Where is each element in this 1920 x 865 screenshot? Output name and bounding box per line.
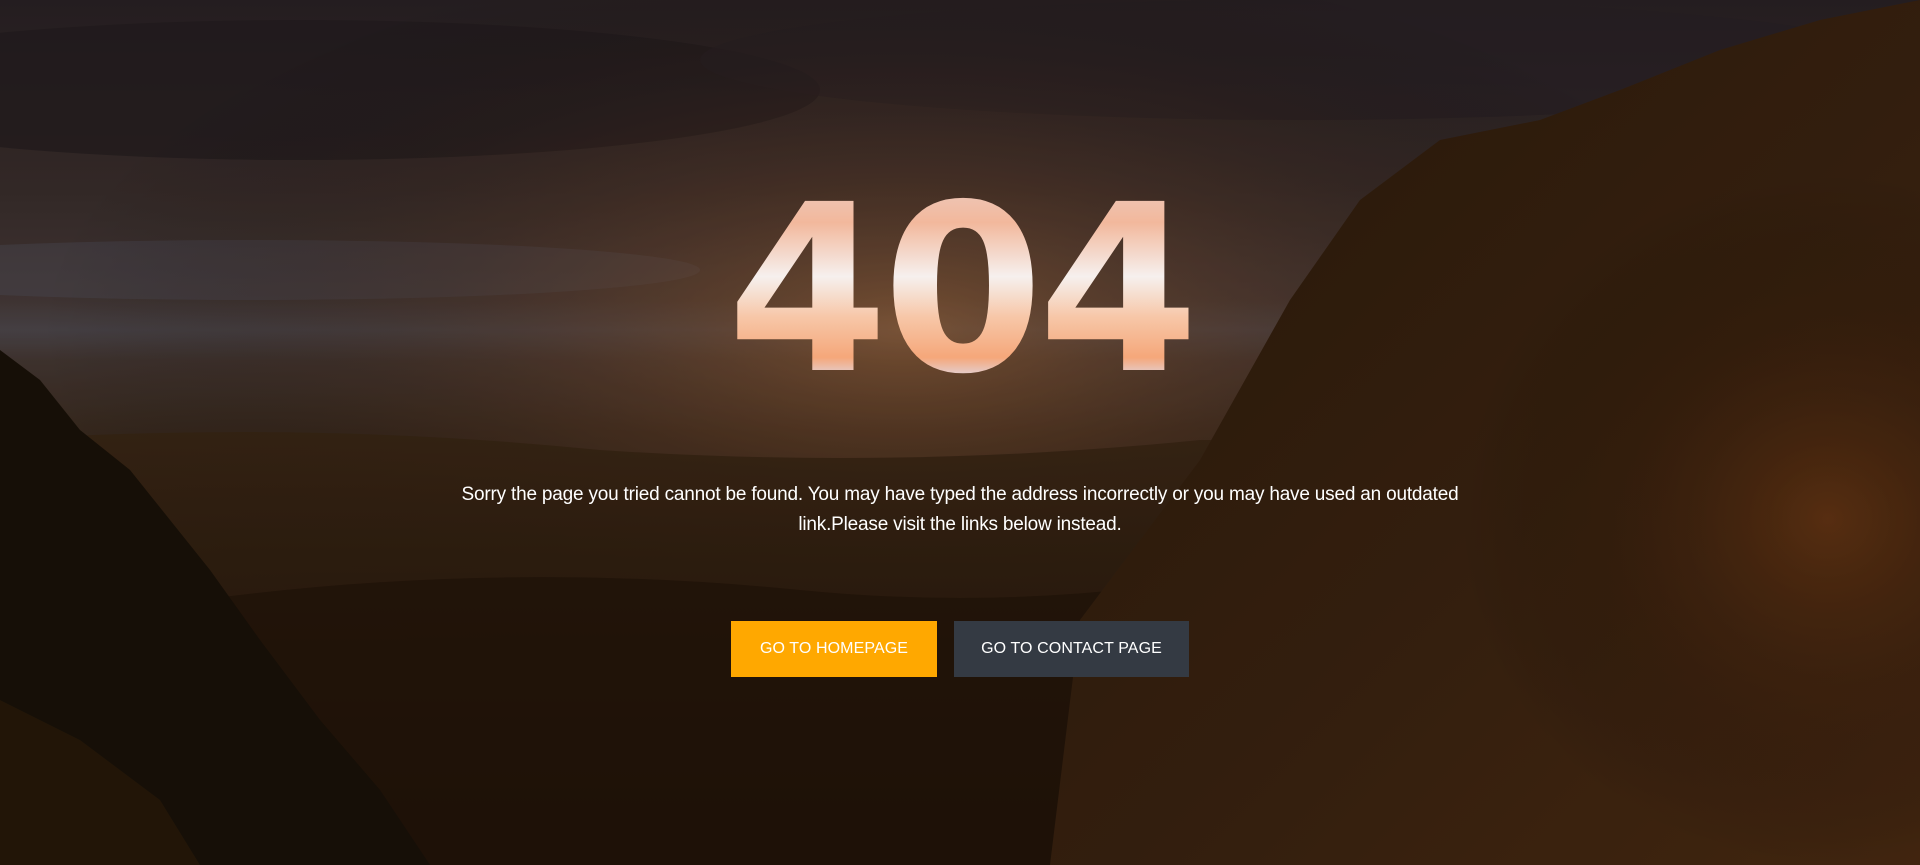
- action-buttons: GO TO HOMEPAGE GO TO CONTACT PAGE: [731, 621, 1189, 677]
- go-to-homepage-button[interactable]: GO TO HOMEPAGE: [731, 621, 937, 677]
- error-message: Sorry the page you tried cannot be found…: [461, 484, 1459, 535]
- error-page: 404 Sorry the page you tried cannot be f…: [0, 0, 1920, 865]
- error-code-container: 404: [660, 170, 1260, 390]
- go-to-contact-page-button[interactable]: GO TO CONTACT PAGE: [954, 621, 1189, 677]
- error-content: 404 Sorry the page you tried cannot be f…: [0, 0, 1920, 865]
- error-code-graphic: 404: [727, 170, 1199, 390]
